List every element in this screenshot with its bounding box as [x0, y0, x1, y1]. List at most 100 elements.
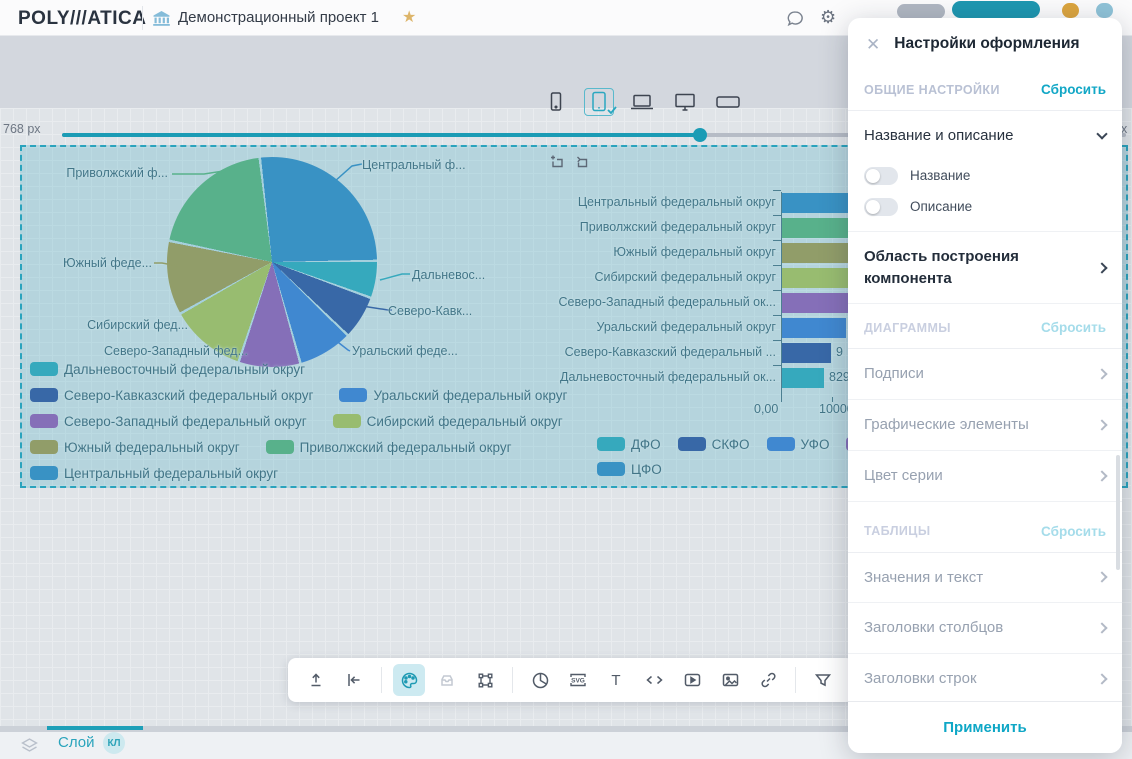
design-settings-panel: ✕ Настройки оформления ОБЩИЕ НАСТРОЙКИ С… [848, 18, 1122, 753]
bar-category-label: Приволжский федеральный округ [476, 220, 776, 234]
row-labels[interactable]: Подписи [848, 349, 1122, 400]
legend-swatch [339, 388, 367, 402]
toolbar-divider [795, 667, 796, 693]
row-name-description[interactable]: Название и описание [848, 111, 1122, 161]
gear-icon[interactable]: ⚙ [820, 7, 836, 28]
project-bank-icon [152, 9, 171, 27]
width-slider-fill [62, 133, 700, 137]
chevron-right-icon [1096, 419, 1107, 430]
row-values-text[interactable]: Значения и текст [848, 553, 1122, 604]
pie-legend-item[interactable]: Уральский федеральный округ [339, 388, 567, 402]
device-tablet[interactable] [584, 88, 614, 116]
description-toggle[interactable] [864, 198, 898, 216]
row-row-headers[interactable]: Заголовки строк [848, 654, 1122, 705]
row-series-color[interactable]: Цвет серии [848, 451, 1122, 502]
layers-icon[interactable] [20, 737, 39, 753]
bar-rect[interactable] [782, 343, 831, 363]
pie-legend-item[interactable]: Сибирский федеральный округ [333, 414, 563, 428]
palette-icon[interactable] [393, 664, 425, 696]
favorite-star-icon[interactable]: ★ [402, 7, 416, 27]
width-slider-thumb[interactable] [693, 128, 707, 142]
duplicate-component-icon[interactable] [548, 154, 565, 171]
code-icon[interactable] [638, 664, 670, 696]
bar-legend-item[interactable]: УФО [767, 437, 830, 451]
pie-chart-icon[interactable] [524, 664, 556, 696]
image-icon[interactable] [714, 664, 746, 696]
legend-swatch [266, 440, 294, 454]
pie-legend-item[interactable]: Южный федеральный округ [30, 440, 240, 454]
device-widescreen[interactable] [713, 88, 743, 116]
svg-text:SVG: SVG [571, 678, 585, 685]
panel-scrollbar[interactable] [1116, 455, 1120, 570]
apply-button[interactable]: Применить [943, 719, 1026, 736]
bar-rect[interactable] [782, 318, 846, 338]
upload-icon[interactable] [300, 664, 332, 696]
device-laptop[interactable] [627, 88, 657, 116]
general-reset-button[interactable]: Сбросить [1041, 82, 1106, 97]
pie-legend-item[interactable]: Приволжский федеральный округ [266, 440, 512, 454]
link-icon[interactable] [752, 664, 784, 696]
active-tab-underline [47, 726, 143, 730]
logo-divider [142, 6, 143, 30]
pie-label-dfo: Дальневос... [412, 268, 485, 282]
row-component-area[interactable]: Область построения компонента [848, 231, 1122, 305]
legend-label: Северо-Западный федеральный округ [64, 414, 307, 429]
chat-icon[interactable] [786, 10, 805, 28]
filter-icon[interactable] [807, 664, 839, 696]
legend-label: ДФО [631, 437, 661, 452]
tray-icon [431, 664, 463, 696]
pie-label-pfo: Приволжский ф... [66, 166, 168, 180]
hidden-gray-button[interactable] [897, 4, 945, 19]
canvas-width-label: 768 px [3, 122, 41, 136]
hidden-avatar-blue[interactable] [1096, 3, 1113, 18]
bar-rect[interactable] [782, 368, 824, 388]
bar-legend-item[interactable]: ДФО [597, 437, 661, 451]
section-diagrams-heading: ДИАГРАММЫ [864, 321, 951, 335]
legend-swatch [30, 466, 58, 480]
chevron-right-icon [1096, 470, 1107, 481]
pie-legend-item[interactable]: Центральный федеральный округ [30, 466, 278, 480]
bar-legend-item[interactable]: СКФО [678, 437, 750, 451]
video-icon[interactable] [676, 664, 708, 696]
collapse-left-icon[interactable] [338, 664, 370, 696]
bar-value-label: 829 [829, 370, 850, 384]
project-title[interactable]: Демонстрационный проект 1 [178, 9, 379, 26]
section-general: ОБЩИЕ НАСТРОЙКИ Сбросить [848, 66, 1122, 111]
text-icon[interactable]: T [600, 664, 632, 696]
hidden-avatar-yellow[interactable] [1062, 3, 1079, 18]
section-general-heading: ОБЩИЕ НАСТРОЙКИ [864, 83, 1000, 97]
history-undo-icon[interactable] [575, 154, 592, 171]
bar-rect[interactable] [782, 293, 853, 313]
legend-label: Приволжский федеральный округ [300, 440, 512, 455]
pie-legend-item[interactable]: Дальневосточный федеральный округ [30, 362, 305, 376]
svg-text:T: T [611, 672, 620, 689]
app-logo: POLY///ATICA [18, 8, 146, 30]
svg-icon[interactable]: SVG [562, 664, 594, 696]
tab-layer[interactable]: Слой [58, 734, 94, 751]
diagrams-reset-button[interactable]: Сбросить [1041, 320, 1106, 335]
device-phone[interactable] [541, 88, 571, 116]
bar-legend-item[interactable]: ЦФО [597, 462, 662, 476]
hidden-teal-button[interactable] [952, 1, 1040, 18]
pie-legend-item[interactable]: Северо-Западный федеральный округ [30, 414, 307, 428]
bar-category-label: Уральский федеральный округ [476, 320, 776, 334]
tables-reset-button[interactable]: Сбросить [1041, 524, 1106, 539]
name-toggle[interactable] [864, 167, 898, 185]
bar-category-label: Южный федеральный округ [476, 245, 776, 259]
panel-title: Настройки оформления [894, 35, 1079, 53]
pie-legend-item[interactable]: Северо-Кавказский федеральный округ [30, 388, 313, 402]
bar-y-axis [781, 192, 782, 397]
toggle-row-name[interactable]: Название [848, 161, 1122, 192]
device-monitor[interactable] [670, 88, 700, 116]
legend-label: Центральный федеральный округ [64, 466, 278, 481]
chevron-down-icon [1096, 128, 1107, 139]
row-graphic-elements[interactable]: Графические элементы [848, 400, 1122, 451]
legend-label: Дальневосточный федеральный округ [64, 362, 305, 377]
legend-label: УФО [801, 437, 830, 452]
transform-icon[interactable] [469, 664, 501, 696]
panel-footer: Применить [848, 701, 1122, 753]
close-icon[interactable]: ✕ [866, 36, 880, 53]
toggle-row-description[interactable]: Описание [848, 192, 1122, 223]
legend-label: СКФО [712, 437, 750, 452]
row-column-headers[interactable]: Заголовки столбцов [848, 603, 1122, 654]
